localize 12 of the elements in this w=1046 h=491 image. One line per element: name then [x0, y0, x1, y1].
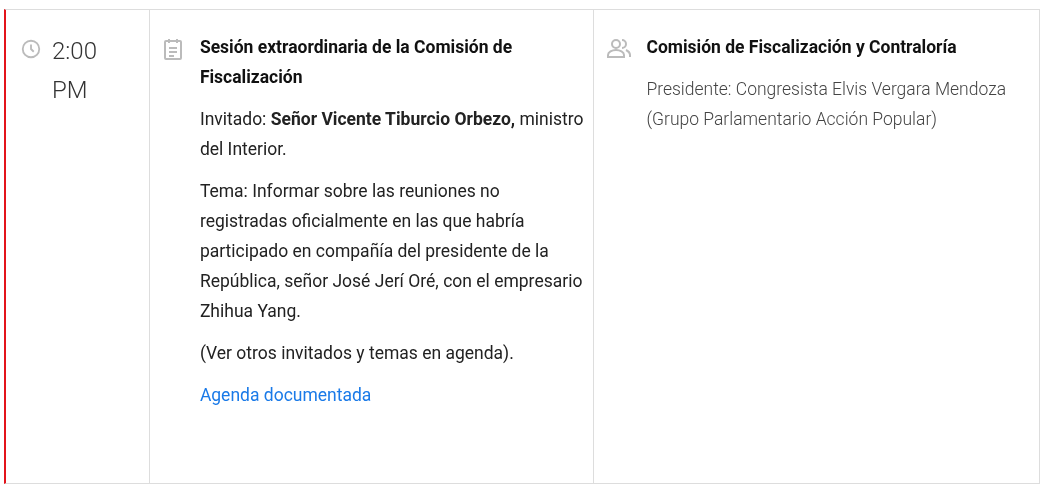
agenda-link[interactable]: Agenda documentada [199, 380, 372, 410]
session-title: Sesión extraordinaria de la Comisión de Fiscalización [199, 36, 514, 89]
time-text: 2:00 [52, 36, 97, 67]
committee-name: Comisión de Fiscalización y Contraloría [646, 36, 958, 59]
people-icon [606, 38, 633, 58]
document-icon [162, 38, 183, 60]
session-paragraph: Invitado: Señor Vicente Tiburcio Orbezo, ministro del Interior. [199, 108, 585, 161]
session-paragraph: (Ver otros invitados y temas en agenda). [199, 342, 515, 365]
committee-president: Presidente: Congresista Elvis Vergara Mendoza (Grupo Parlamentario Acción Popular) [646, 78, 1008, 131]
clock-icon [20, 38, 42, 60]
time-text: PM [52, 75, 89, 106]
session-paragraph: Tema: Informar sobre las reuniones no registradas oficialmente en las que habría participado en compañía del presidente de la República, señor José Jerí Oré, con el empresario Zhihua Yang. [199, 180, 584, 323]
